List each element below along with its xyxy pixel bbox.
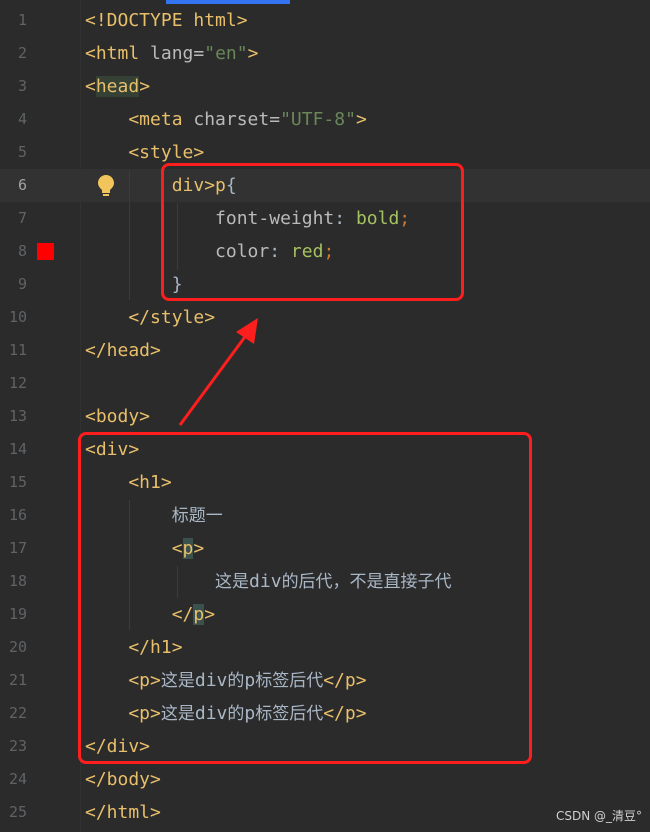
code-token: <html [85,43,151,64]
code-token: <body> [85,406,151,427]
code-token: = [193,43,205,64]
line-number[interactable]: 3 [0,70,27,103]
line-number[interactable]: 24 [0,763,27,796]
line-number[interactable]: 11 [0,334,27,367]
line-number[interactable]: 7 [0,202,27,235]
line-number[interactable]: 10 [0,301,27,334]
code-line[interactable]: 12 [0,367,650,400]
line-number[interactable]: 6 [0,169,27,202]
code-line[interactable]: 10 </style> [0,301,650,334]
line-number[interactable]: 22 [0,697,27,730]
line-number[interactable]: 2 [0,37,27,70]
code-token: </html> [85,802,161,823]
code-line[interactable]: 24 </body> [0,763,650,796]
code-text: <!DOCTYPE html> [85,4,248,37]
code-token: < [85,76,96,97]
code-token: <meta [85,109,194,130]
code-token: </body> [85,769,161,790]
code-token: > [247,43,259,64]
line-number[interactable]: 12 [0,367,27,400]
annotation-box-css-rule [161,163,464,301]
code-text: <meta charset="UTF-8"> [85,103,367,136]
breakpoint-icon[interactable] [37,243,54,260]
line-number[interactable]: 19 [0,598,27,631]
line-number[interactable]: 8 [0,235,27,268]
code-line[interactable]: 3 <head> [0,70,650,103]
code-token: head [95,76,140,97]
line-number[interactable]: 13 [0,400,27,433]
code-token: <!DOCTYPE html> [85,10,248,31]
code-text: <html lang="en"> [85,37,258,70]
line-number[interactable]: 14 [0,433,27,466]
code-token: "UTF-8" [280,109,356,130]
indent-guide [129,170,130,300]
code-line[interactable]: 2 <html lang="en"> [0,37,650,70]
code-token: > [139,76,151,97]
code-line[interactable]: 4 <meta charset="UTF-8"> [0,103,650,136]
line-number[interactable]: 4 [0,103,27,136]
code-text: <head> [85,70,150,103]
line-number[interactable]: 20 [0,631,27,664]
line-number[interactable]: 16 [0,499,27,532]
code-token: = [269,109,281,130]
line-number[interactable]: 5 [0,136,27,169]
code-line[interactable]: 1 <!DOCTYPE html> [0,4,650,37]
code-text: <body> [85,400,150,433]
code-line[interactable]: 25 </html> [0,796,650,829]
line-number[interactable]: 15 [0,466,27,499]
code-token: > [355,109,367,130]
code-text: </head> [85,334,161,367]
line-number[interactable]: 18 [0,565,27,598]
code-token: <style> [85,142,205,163]
line-number[interactable]: 21 [0,664,27,697]
annotation-arrow [178,318,258,426]
code-token: lang [150,43,194,64]
line-number[interactable]: 23 [0,730,27,763]
code-token: "en" [204,43,248,64]
code-line[interactable]: 13 <body> [0,400,650,433]
line-number[interactable]: 25 [0,796,27,829]
annotation-box-div-block [78,432,532,764]
line-number[interactable]: 1 [0,4,27,37]
code-text: </body> [85,763,161,796]
code-token: </head> [85,340,161,361]
line-number[interactable]: 9 [0,268,27,301]
code-text: </html> [85,796,161,829]
line-number[interactable]: 17 [0,532,27,565]
watermark: CSDN @_清豆° [555,809,642,823]
code-token: charset [193,109,270,130]
code-line[interactable]: 11 </head> [0,334,650,367]
